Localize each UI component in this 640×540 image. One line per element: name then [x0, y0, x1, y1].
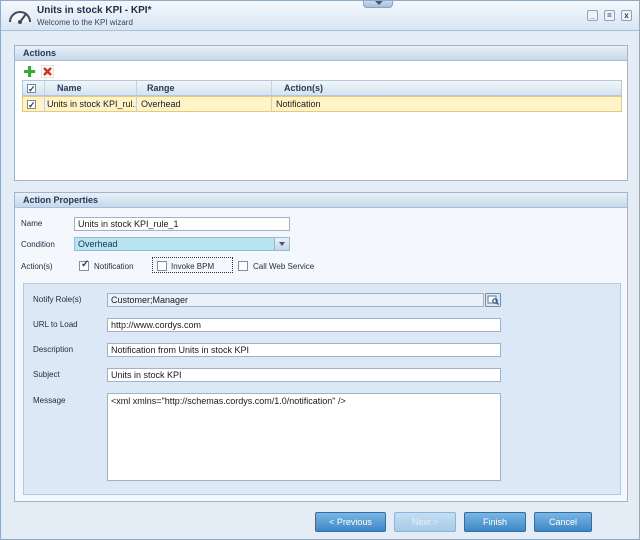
notification-checkbox[interactable] — [79, 259, 89, 271]
row-range-cell: Overhead — [137, 97, 272, 111]
row-checkbox[interactable] — [23, 97, 45, 111]
message-textarea[interactable]: <xml xmlns="http://schemas.cordys.com/1.… — [107, 393, 501, 481]
column-header-range[interactable]: Range — [137, 81, 272, 95]
url-input[interactable]: http://www.cordys.com — [107, 318, 501, 332]
condition-value: Overhead — [78, 239, 118, 249]
maximize-button[interactable]: = — [604, 10, 615, 21]
invoke-bpm-checkbox-label: Invoke BPM — [171, 262, 215, 271]
name-input[interactable]: Units in stock KPI_rule_1 — [74, 217, 290, 231]
name-label: Name — [21, 219, 43, 228]
minimize-button[interactable]: _ — [587, 10, 598, 21]
description-input[interactable]: Notification from Units in stock KPI — [107, 343, 501, 357]
notify-roles-label: Notify Role(s) — [33, 295, 82, 304]
role-lookup-icon[interactable] — [485, 293, 501, 307]
chevron-down-icon[interactable] — [274, 238, 289, 250]
finish-button[interactable]: Finish — [464, 512, 526, 532]
kpi-wizard-window: Units in stock KPI - KPI* Welcome to the… — [0, 0, 640, 540]
table-header: Name Range Action(s) — [22, 80, 622, 96]
actions-label: Action(s) — [21, 262, 53, 271]
action-properties-title: Action Properties — [15, 193, 627, 208]
condition-select[interactable]: Overhead — [74, 237, 290, 251]
next-button[interactable]: Next > — [394, 512, 456, 532]
previous-button[interactable]: < Previous — [315, 512, 386, 532]
description-label: Description — [33, 345, 74, 354]
row-actions-cell: Notification — [276, 99, 321, 109]
actions-panel-title: Actions — [15, 46, 627, 61]
invoke-bpm-checkbox[interactable] — [157, 261, 167, 271]
table-row[interactable]: Units in stock KPI_rul... Overhead Notif… — [22, 96, 622, 112]
cancel-button[interactable]: Cancel — [534, 512, 592, 532]
actions-panel: Actions Name Range Action(s) Units in st… — [14, 45, 628, 181]
notify-roles-input[interactable]: Customer;Manager — [107, 293, 484, 307]
url-label: URL to Load — [33, 320, 78, 329]
close-button[interactable]: x — [621, 10, 632, 21]
message-label: Message — [33, 396, 66, 405]
column-header-name[interactable]: Name — [45, 81, 137, 95]
column-header-actions[interactable]: Action(s) — [272, 81, 622, 95]
delete-icon[interactable] — [41, 65, 54, 78]
notification-checkbox-label: Notification — [94, 262, 134, 271]
collapse-handle[interactable] — [363, 1, 393, 8]
select-all-checkbox[interactable] — [23, 81, 45, 95]
title-bar: Units in stock KPI - KPI* Welcome to the… — [1, 1, 639, 31]
chevron-down-icon — [375, 1, 383, 5]
window-subtitle: Welcome to the KPI wizard — [37, 18, 133, 27]
window-title: Units in stock KPI - KPI* — [37, 5, 152, 16]
condition-label: Condition — [21, 240, 55, 249]
call-web-service-checkbox-label: Call Web Service — [253, 262, 315, 271]
subject-input[interactable]: Units in stock KPI — [107, 368, 501, 382]
add-icon[interactable] — [23, 65, 36, 78]
call-web-service-checkbox[interactable] — [238, 261, 248, 271]
gauge-icon — [9, 11, 31, 24]
subject-label: Subject — [33, 370, 60, 379]
row-name-cell: Units in stock KPI_rul... — [47, 97, 137, 111]
